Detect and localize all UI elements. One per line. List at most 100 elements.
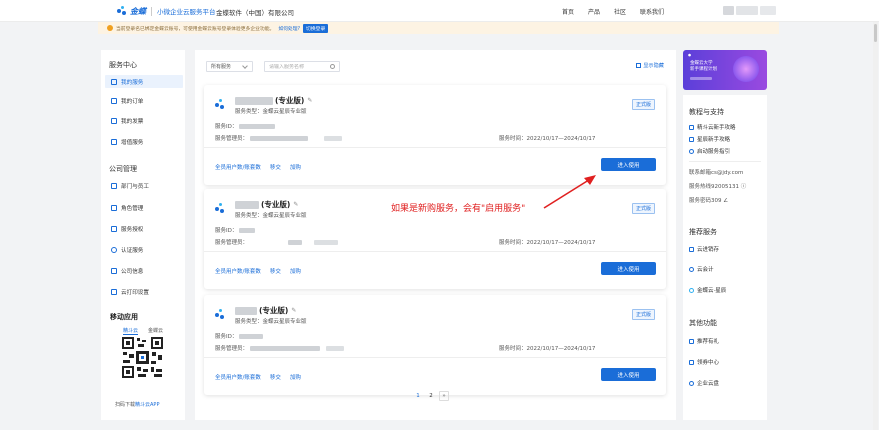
coupon-icon (689, 359, 694, 365)
service-name-redacted (235, 200, 259, 209)
nav-home[interactable]: 首页 (562, 7, 574, 16)
other-item[interactable]: 企业云盘 (689, 379, 719, 387)
service-id-redacted (239, 227, 256, 233)
switch-login-button[interactable]: 切换登录 (303, 23, 329, 33)
notice-help-link[interactable]: 如何处理? (278, 25, 300, 32)
page-1[interactable]: 1 (413, 391, 423, 401)
service-time: 服务时间：2022/10/17—2024/10/17 (499, 240, 596, 246)
services-icon (111, 78, 117, 85)
sidebar-item-cloud-print[interactable]: 云打印设置 (105, 285, 183, 298)
sidebar-item-departments[interactable]: 部门与员工 (105, 179, 183, 192)
service-time: 服务时间：2022/10/17—2024/10/17 (499, 136, 596, 142)
edit-icon[interactable]: ✎ (293, 201, 298, 208)
sidebar-item-my-invoices[interactable]: 我的发票 (105, 114, 183, 127)
divider (204, 147, 666, 148)
service-filter-select[interactable]: 所有服务 (206, 61, 253, 72)
main-panel: 所有服务 显示隐藏 (专业版) ✎ 服务类型：金蝶云星辰专业版 正式版 服务ID… (195, 50, 676, 420)
service-id: 服务ID： (215, 122, 276, 130)
gift-icon (689, 338, 694, 344)
transfer-link[interactable]: 移交 (270, 267, 281, 275)
add-purchase-link[interactable]: 加购 (290, 267, 301, 275)
enter-service-button[interactable]: 进入使用 (601, 368, 656, 381)
other-label: 推荐有礼 (697, 339, 720, 345)
show-hidden-toggle[interactable]: 显示隐藏 (636, 62, 664, 69)
other-item[interactable]: 推荐有礼 (689, 337, 719, 345)
transfer-link[interactable]: 移交 (270, 163, 281, 171)
scrollbar-thumb[interactable] (874, 24, 877, 42)
top-bar: 金蝶 小微企业云服务平台 金蝶软件（中国）有限公司 首页 产品 社区 联系我们 (0, 0, 879, 22)
service-edition: (专业版) (259, 306, 289, 315)
sidebar-item-value-added[interactable]: 增值服务 (105, 135, 183, 148)
add-purchase-link[interactable]: 加购 (290, 163, 301, 171)
show-hidden-label: 显示隐藏 (643, 63, 664, 69)
manager-redacted (288, 239, 303, 245)
sidebar: 服务中心 我的服务 我的订单 我的发票 增值服务 公司管理 部门与员工 角色管理… (101, 50, 185, 420)
manager-redacted (250, 135, 309, 141)
qr-code-icon (121, 336, 164, 379)
annotation-arrow-icon (543, 175, 596, 209)
search-icon[interactable] (330, 64, 335, 69)
next-page-button[interactable]: » (439, 391, 449, 401)
logo-divider (151, 6, 152, 16)
service-manager-label: 服务管理员： (215, 346, 249, 352)
product-logo-icon (215, 309, 225, 319)
authorize-icon (111, 225, 117, 232)
user-menu[interactable] (723, 6, 776, 15)
user-count-link[interactable]: 全员用户数/账套数 (215, 267, 261, 275)
sidebar-item-label: 服务授权 (121, 226, 144, 233)
sidebar-item-company-info[interactable]: 公司信息 (105, 264, 183, 277)
add-purchase-link[interactable]: 加购 (290, 373, 301, 381)
recommend-title: 推荐服务 (689, 228, 717, 236)
sidebar-item-certification[interactable]: 认证服务 (105, 243, 183, 256)
service-search-box[interactable] (264, 61, 340, 72)
page-2[interactable]: 2 (426, 391, 436, 401)
nav-community[interactable]: 社区 (614, 7, 626, 16)
company-name[interactable]: 金蝶软件（中国）有限公司 (216, 7, 294, 17)
sidebar-item-authorization[interactable]: 服务授权 (105, 222, 183, 235)
nav-products[interactable]: 产品 (588, 7, 600, 16)
service-id-label: 服务ID： (215, 124, 238, 130)
search-input[interactable] (269, 63, 329, 70)
recommend-item[interactable]: 金蝶云·星辰 (689, 286, 726, 294)
tab-jingdouyun[interactable]: 精斗云 (123, 327, 139, 335)
logo[interactable]: 金蝶 小微企业云服务平台 (116, 5, 216, 17)
other-label: 领券中心 (697, 360, 720, 366)
tutorial-item[interactable]: 星辰新手攻略 (689, 135, 730, 143)
recommend-item[interactable]: 云会计 (689, 265, 714, 273)
page-scrollbar[interactable] (873, 22, 878, 430)
enter-service-button[interactable]: 进入使用 (601, 262, 656, 275)
edit-icon[interactable]: ✎ (307, 97, 312, 104)
service-manager-label: 服务管理员： (215, 240, 249, 246)
sidebar-item-my-orders[interactable]: 我的订单 (105, 94, 183, 107)
service-name-redacted (235, 96, 273, 105)
service-title: (专业版) ✎ (235, 199, 298, 210)
checkbox-icon (636, 63, 642, 68)
clock-icon (689, 148, 694, 154)
tab-kingdee-cloud[interactable]: 金蝶云 (148, 327, 163, 335)
chevron-down-icon (242, 63, 248, 69)
sidebar-item-label: 我的发票 (121, 118, 144, 125)
user-count-link[interactable]: 全员用户数/账套数 (215, 373, 261, 381)
sidebar-item-label: 部门与员工 (121, 183, 149, 190)
sidebar-item-roles[interactable]: 角色管理 (105, 201, 183, 214)
other-label: 企业云盘 (697, 381, 720, 387)
nav-contact[interactable]: 联系我们 (640, 7, 664, 16)
sidebar-item-my-services[interactable]: 我的服务 (105, 75, 183, 88)
divider (204, 357, 666, 358)
tutorial-item[interactable]: 启动服务指引 (689, 147, 730, 155)
service-edition: (专业版) (261, 200, 291, 209)
transfer-link[interactable]: 移交 (270, 373, 281, 381)
service-id-redacted (239, 123, 276, 129)
promo-banner[interactable]: ● 金蝶云大学 新手课程计划 (683, 50, 767, 90)
status-badge: 正式版 (631, 309, 655, 320)
user-count-link[interactable]: 全员用户数/账套数 (215, 163, 261, 171)
other-item[interactable]: 领券中心 (689, 358, 719, 366)
download-app-link[interactable]: 精斗云APP (135, 402, 159, 408)
enter-service-button[interactable]: 进入使用 (601, 158, 656, 171)
document-icon (689, 136, 694, 142)
order-icon (111, 97, 117, 104)
recommend-item[interactable]: 云进销存 (689, 245, 719, 253)
tutorial-item[interactable]: 精斗云新手攻略 (689, 123, 736, 131)
section-company-management: 公司管理 (109, 165, 137, 173)
edit-icon[interactable]: ✎ (291, 307, 296, 314)
